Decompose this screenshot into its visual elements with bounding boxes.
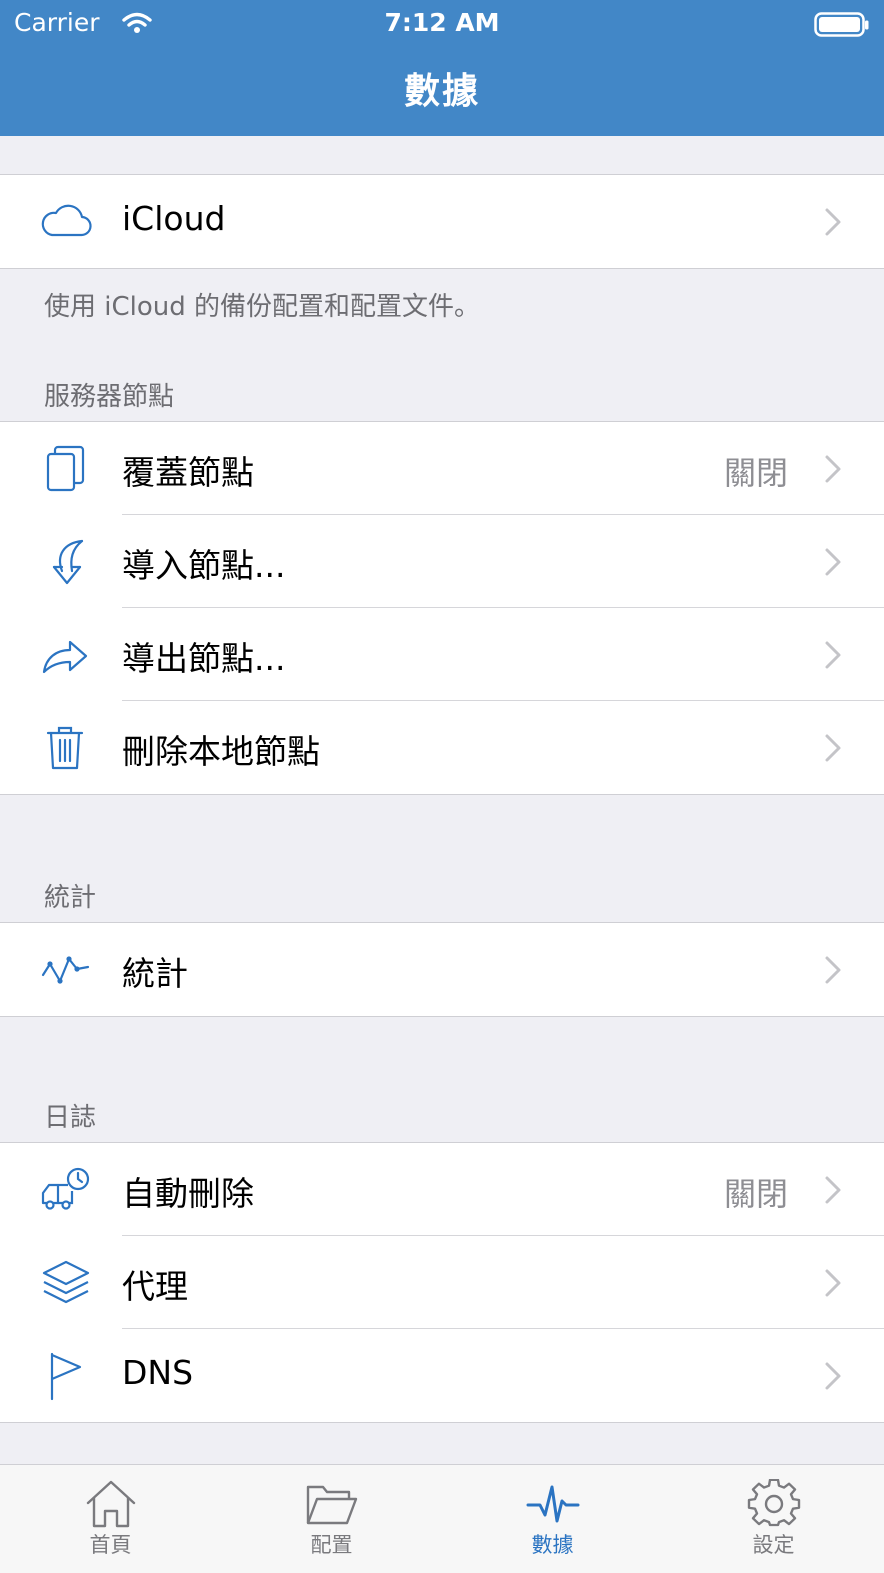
tab-bar: 首頁 配置 數據 設定: [0, 1464, 884, 1573]
chevron-right-icon: [825, 1269, 841, 1297]
tab-settings[interactable]: 設定: [663, 1465, 884, 1573]
gear-icon: [747, 1479, 801, 1527]
trash-icon: [40, 723, 92, 773]
icloud-footnote: 使用 iCloud 的備份配置和配置文件。: [44, 292, 481, 322]
chevron-right-icon: [825, 1176, 841, 1204]
section-title-stats: 統計: [44, 883, 97, 913]
page-title: 數據: [403, 71, 480, 112]
chevron-right-icon: [825, 455, 841, 483]
auto-delete-row[interactable]: 自動刪除 關閉: [0, 1143, 884, 1236]
delete-local-nodes-label: 刪除本地節點: [122, 732, 320, 771]
dns-label: DNS: [122, 1353, 194, 1392]
icloud-label: iCloud: [122, 199, 226, 238]
chevron-right-icon: [825, 548, 841, 576]
home-icon: [86, 1480, 136, 1528]
server-nodes-group: 覆蓋節點 關閉 導入節點... 導出節點... 刪除本地節點: [0, 421, 884, 795]
auto-delete-value: 關閉: [723, 1175, 788, 1213]
cloud-icon: [40, 197, 92, 247]
import-icon: [40, 537, 92, 587]
tab-home[interactable]: 首頁: [0, 1465, 221, 1573]
export-nodes-row[interactable]: 導出節點...: [0, 607, 884, 701]
dns-row[interactable]: DNS: [0, 1328, 884, 1422]
truck-clock-icon: [40, 1165, 92, 1215]
status-bar: Carrier 7:12 AM: [14, 6, 870, 42]
tab-settings-label: 設定: [752, 1533, 795, 1557]
chevron-right-icon: [825, 956, 841, 984]
delete-local-nodes-row[interactable]: 刪除本地節點: [0, 700, 884, 794]
tab-config[interactable]: 配置: [221, 1465, 442, 1573]
proxy-label: 代理: [122, 1267, 188, 1306]
pulse-icon: [526, 1485, 580, 1523]
tab-config-label: 配置: [310, 1533, 353, 1557]
folder-icon: [306, 1485, 358, 1525]
stats-group: 統計: [0, 922, 884, 1017]
section-title-server-nodes: 服務器節點: [44, 382, 175, 412]
export-nodes-label: 導出節點...: [122, 639, 286, 678]
copy-icon: [40, 444, 92, 494]
layers-icon: [40, 1258, 92, 1308]
battery-icon: [814, 12, 870, 42]
flag-icon: [40, 1351, 92, 1401]
import-nodes-row[interactable]: 導入節點...: [0, 514, 884, 608]
chevron-right-icon: [825, 208, 841, 236]
chevron-right-icon: [825, 734, 841, 762]
chevron-right-icon: [825, 641, 841, 669]
import-nodes-label: 導入節點...: [122, 546, 286, 585]
tab-home-label: 首頁: [89, 1533, 132, 1557]
override-nodes-row[interactable]: 覆蓋節點 關閉: [0, 422, 884, 515]
status-time: 7:12 AM: [384, 8, 500, 37]
navigation-header: Carrier 7:12 AM 數據: [0, 0, 884, 136]
icloud-group: iCloud: [0, 174, 884, 269]
activity-icon: [40, 945, 92, 995]
override-nodes-value: 關閉: [723, 454, 788, 492]
share-icon: [40, 630, 92, 680]
chevron-right-icon: [825, 1362, 841, 1390]
section-title-logs: 日誌: [44, 1103, 97, 1133]
logs-group: 自動刪除 關閉 代理 DNS: [0, 1142, 884, 1423]
tab-data[interactable]: 數據: [442, 1465, 663, 1573]
icloud-row[interactable]: iCloud: [0, 175, 884, 268]
proxy-row[interactable]: 代理: [0, 1235, 884, 1329]
stats-row[interactable]: 統計: [0, 923, 884, 1016]
stats-label: 統計: [122, 954, 188, 993]
override-nodes-label: 覆蓋節點: [122, 453, 254, 492]
tab-data-label: 數據: [531, 1533, 574, 1557]
auto-delete-label: 自動刪除: [122, 1174, 254, 1213]
